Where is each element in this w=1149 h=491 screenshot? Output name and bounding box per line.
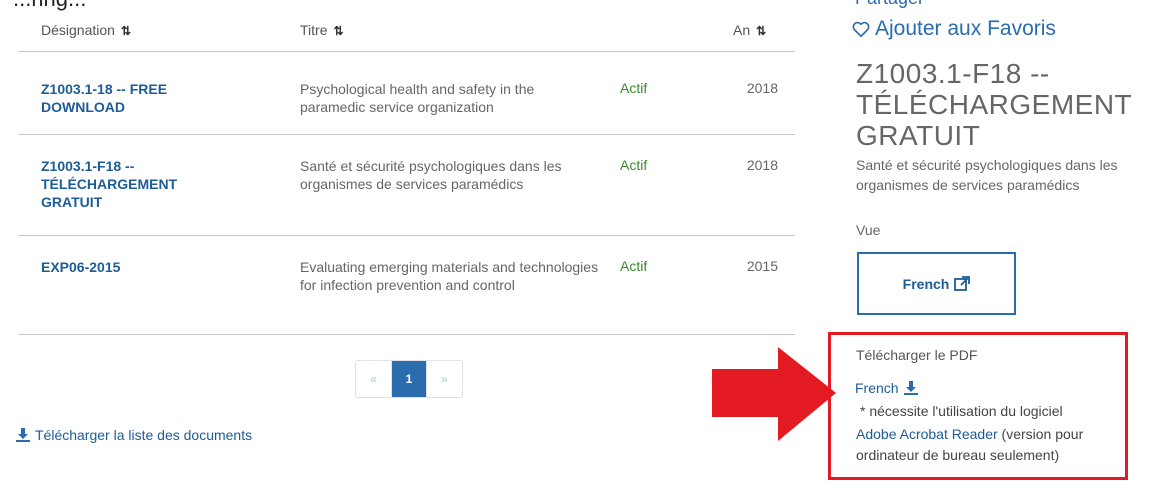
row-title: Evaluating emerging materials and techno… — [300, 259, 599, 293]
pdf-french-label: French — [855, 380, 899, 396]
column-header-titre[interactable]: Titre ⇅ — [300, 22, 344, 38]
external-link-icon — [954, 276, 971, 291]
favorites-label: Ajouter aux Favoris — [875, 17, 1056, 40]
divider — [18, 334, 795, 335]
heart-icon — [852, 21, 870, 37]
adobe-reader-link[interactable]: Adobe Acrobat Reader — [856, 426, 998, 442]
pagination-page-button[interactable]: 1 — [391, 361, 426, 397]
download-icon — [16, 428, 30, 442]
view-french-label: French — [902, 275, 950, 292]
pagination-prev-button[interactable]: « — [356, 361, 391, 397]
view-french-button[interactable]: French — [857, 252, 1016, 315]
column-header-an[interactable]: An ⇅ — [733, 22, 766, 38]
row-year: 2018 — [746, 157, 778, 173]
status-badge: Actif — [620, 80, 648, 96]
divider — [18, 235, 795, 236]
sort-icon: ⇅ — [120, 24, 131, 38]
divider — [18, 51, 795, 52]
pdf-download-label: Télécharger le PDF — [856, 347, 978, 363]
document-title: Z1003.1-F18 -- TÉLÉCHARGEMENT GRATUIT — [856, 58, 1132, 151]
pagination-next-button[interactable]: » — [426, 361, 462, 397]
pagination: « 1 » — [355, 360, 463, 398]
sort-icon: ⇅ — [756, 24, 766, 38]
add-favorites-link[interactable]: Ajouter aux Favoris — [852, 17, 1056, 41]
row-code-link[interactable]: EXP06-2015 — [41, 258, 241, 276]
header-label: Désignation — [41, 22, 115, 38]
column-header-designation[interactable]: Désignation ⇅ — [41, 22, 131, 38]
red-arrow-icon — [712, 347, 836, 441]
document-description: Santé et sécurité psychologiques dans le… — [856, 155, 1149, 195]
status-badge: Actif — [620, 157, 648, 173]
acrobat-note-detail: Adobe Acrobat Reader (version pour ordin… — [856, 424, 1116, 466]
share-label: Partager — [855, 0, 924, 8]
description-text: Santé et sécurité psychologiques dans le… — [856, 157, 1118, 193]
row-title: Santé et sécurité psychologiques dans le… — [300, 158, 562, 192]
row-code-link[interactable]: Z1003.1-F18 -- TÉLÉCHARGEMENT GRATUIT — [41, 157, 211, 211]
view-label: Vue — [856, 222, 881, 238]
download-list-label: Télécharger la liste des documents — [35, 427, 253, 443]
header-label: An — [733, 22, 751, 38]
download-list-link[interactable]: Télécharger la liste des documents — [16, 427, 252, 443]
pdf-french-download-link[interactable]: French — [855, 380, 918, 396]
header-label: Titre — [300, 22, 328, 38]
status-badge: Actif — [620, 258, 648, 274]
row-title: Psychological health and safety in the p… — [300, 81, 535, 115]
sort-icon: ⇅ — [333, 24, 343, 38]
top-caption: ...ring... — [13, 0, 86, 12]
row-year: 2018 — [746, 80, 778, 96]
divider — [18, 134, 795, 135]
share-link[interactable]: Partager — [855, 0, 924, 9]
row-year: 2015 — [746, 258, 778, 274]
row-code-link[interactable]: Z1003.1-18 -- FREE DOWNLOAD — [41, 80, 241, 116]
acrobat-note: * nécessite l'utilisation du logiciel — [860, 403, 1063, 419]
download-icon — [903, 381, 918, 395]
